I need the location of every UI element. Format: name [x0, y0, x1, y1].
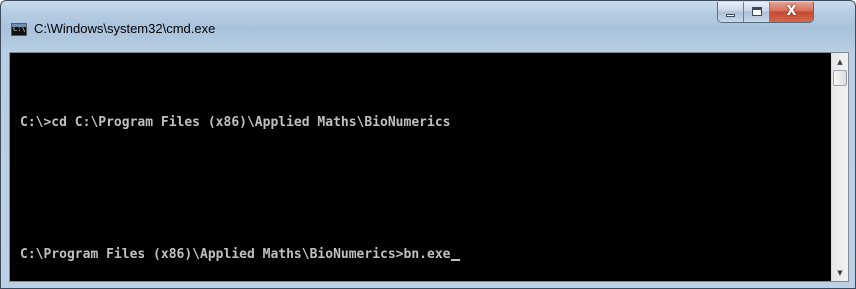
maximize-icon	[752, 7, 762, 16]
cmd-window: C:\. C:\Windows\system32\cmd.exe X C:\>c…	[0, 0, 856, 289]
chevron-up-icon: ▲	[837, 57, 843, 66]
close-button[interactable]: X	[770, 2, 813, 22]
text-cursor	[451, 259, 461, 261]
close-icon: X	[786, 4, 797, 19]
chevron-down-icon: ▼	[837, 268, 843, 277]
console-line: C:\Program Files (x86)\Applied Maths\Bio…	[20, 244, 831, 266]
console-client-area: C:\>cd C:\Program Files (x86)\Applied Ma…	[9, 52, 849, 282]
console-app-icon[interactable]: C:\.	[11, 23, 27, 36]
scroll-down-button[interactable]: ▼	[832, 264, 848, 281]
console-command-text: C:\Program Files (x86)\Applied Maths\Bio…	[20, 247, 451, 262]
console-output[interactable]: C:\>cd C:\Program Files (x86)\Applied Ma…	[10, 53, 831, 281]
scroll-thumb[interactable]	[833, 70, 847, 86]
minimize-button[interactable]	[718, 2, 744, 22]
minimize-icon	[726, 14, 735, 17]
vertical-scrollbar[interactable]: ▲ ▼	[831, 53, 848, 281]
maximize-button[interactable]	[744, 2, 770, 22]
console-line: C:\>cd C:\Program Files (x86)\Applied Ma…	[20, 115, 451, 130]
window-title: C:\Windows\system32\cmd.exe	[34, 21, 216, 36]
scroll-up-button[interactable]: ▲	[832, 53, 848, 70]
caption-buttons: X	[717, 2, 814, 23]
